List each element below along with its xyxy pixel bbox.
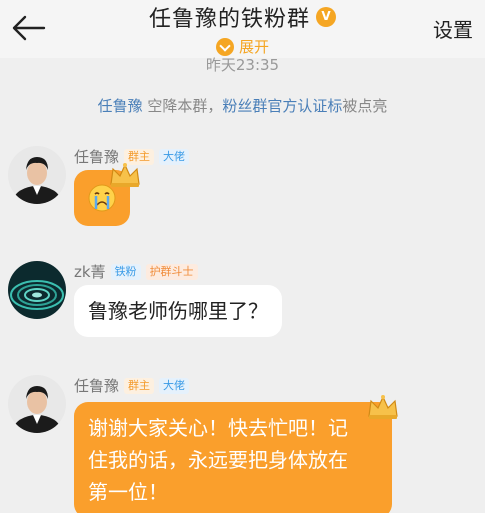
title-area: 任鲁豫的铁粉群 展开 [0,0,485,57]
tag-vip: 大佬 [159,377,190,394]
crown-icon [110,163,140,187]
tag-iron-fan: 铁粉 [110,263,141,280]
verified-badge-icon [316,7,336,27]
avatar[interactable] [8,375,66,433]
message-text-line: 第一位！ [88,480,168,504]
settings-button[interactable]: 设置 [433,14,473,43]
message-sender: zk菁 铁粉 护群斗士 [74,261,198,282]
system-message-badge-link[interactable]: 粉丝群官方认证标 [222,97,342,115]
system-message-text: 空降本群， [142,97,223,115]
chat-message: 任鲁豫 群主 大佬 [8,146,478,236]
chevron-down-icon [215,37,234,56]
avatar[interactable] [8,261,66,319]
message-text-line: 住我的话，永远要把身体放在 [88,448,348,472]
chat-message: zk菁 铁粉 护群斗士 鲁豫老师伤哪里了？ [8,261,478,351]
message-sender: 任鲁豫 群主 大佬 [74,375,190,396]
chat-message: 任鲁豫 群主 大佬 谢谢大家关心！快去忙吧！记 住我的话，永远要把身体放在 第一… [8,375,478,513]
crown-icon [368,395,398,419]
system-message-user-link[interactable]: 任鲁豫 [98,97,143,115]
page-title: 任鲁豫的铁粉群 [148,7,310,32]
message-bubble[interactable]: 鲁豫老师伤哪里了？ [74,285,282,337]
tag-vip: 大佬 [159,148,190,165]
message-text: 鲁豫老师伤哪里了？ [88,299,268,323]
message-timestamp: 昨天23:35 [205,56,280,74]
avatar-image [8,261,66,319]
sender-name[interactable]: 任鲁豫 [74,375,119,396]
system-message: 任鲁豫 空降本群，粉丝群官方认证标被点亮 [0,95,485,116]
top-bar: 任鲁豫的铁粉群 展开 设置 [0,0,485,58]
avatar[interactable] [8,146,66,204]
tag-group-guardian: 护群斗士 [145,263,198,280]
avatar-image [8,375,66,433]
message-text-line: 谢谢大家关心！快去忙吧！记 [88,416,348,440]
message-bubble[interactable]: 谢谢大家关心！快去忙吧！记 住我的话，永远要把身体放在 第一位！ [74,402,392,513]
tag-group-owner: 群主 [124,377,155,394]
sender-name[interactable]: zk菁 [74,261,106,282]
avatar-image [8,146,66,204]
system-message-text-end: 被点亮 [342,97,388,115]
